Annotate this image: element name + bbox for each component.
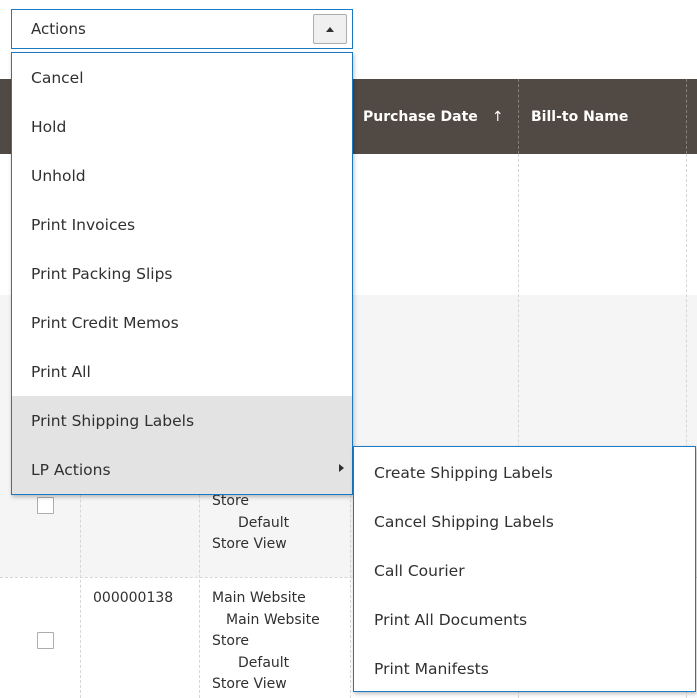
menu-item-print-invoices[interactable]: Print Invoices — [12, 200, 352, 249]
submenu-item-print-manifests[interactable]: Print Manifests — [354, 644, 695, 693]
actions-menu: Cancel Hold Unhold Print Invoices Print … — [11, 52, 353, 495]
actions-dropdown[interactable]: Actions — [11, 9, 353, 49]
sort-ascending-icon: ↑ — [491, 108, 504, 125]
menu-item-cancel[interactable]: Cancel — [12, 53, 352, 102]
menu-item-lp-actions[interactable]: LP Actions — [12, 445, 352, 494]
menu-item-label: LP Actions — [31, 460, 111, 479]
column-header-purchase-date[interactable]: Purchase Date ↑ — [350, 79, 518, 154]
menu-item-print-all[interactable]: Print All — [12, 347, 352, 396]
column-header-bill-to-name[interactable]: Bill-to Name — [518, 79, 686, 154]
menu-item-print-credit-memos[interactable]: Print Credit Memos — [12, 298, 352, 347]
lp-actions-submenu: Create Shipping Labels Cancel Shipping L… — [353, 446, 696, 692]
row-select-checkbox[interactable] — [37, 632, 54, 649]
menu-item-print-shipping-labels[interactable]: Print Shipping Labels — [12, 396, 352, 445]
row-select-checkbox[interactable] — [37, 497, 54, 514]
caret-right-icon — [339, 464, 344, 472]
submenu-item-call-courier[interactable]: Call Courier — [354, 546, 695, 595]
menu-item-print-packing-slips[interactable]: Print Packing Slips — [12, 249, 352, 298]
submenu-item-create-shipping-labels[interactable]: Create Shipping Labels — [354, 448, 695, 497]
menu-item-hold[interactable]: Hold — [12, 102, 352, 151]
dropdown-toggle-button[interactable] — [313, 14, 347, 44]
column-header-label: Bill-to Name — [531, 108, 629, 125]
purchase-point-line: Main Website — [212, 590, 306, 606]
column-header-next[interactable] — [686, 79, 697, 154]
purchase-point-line: Main Website — [226, 611, 320, 628]
actions-dropdown-label: Actions — [31, 20, 86, 38]
column-header-label: Purchase Date — [363, 108, 478, 125]
purchase-point-cell: Store Default Store View — [212, 491, 289, 556]
purchase-point-cell: Main Website Main Website Store Default … — [212, 588, 320, 696]
submenu-item-print-all-documents[interactable]: Print All Documents — [354, 595, 695, 644]
purchase-point-line: Store View — [212, 536, 287, 552]
purchase-point-line: Store — [212, 633, 250, 649]
purchase-point-line: Store View — [212, 676, 287, 692]
caret-up-icon — [326, 26, 334, 32]
menu-item-unhold[interactable]: Unhold — [12, 151, 352, 200]
submenu-item-cancel-shipping-labels[interactable]: Cancel Shipping Labels — [354, 497, 695, 546]
order-id-cell: 000000138 — [93, 590, 174, 606]
purchase-point-line: Default — [238, 654, 290, 671]
purchase-point-line: Default — [238, 514, 290, 531]
